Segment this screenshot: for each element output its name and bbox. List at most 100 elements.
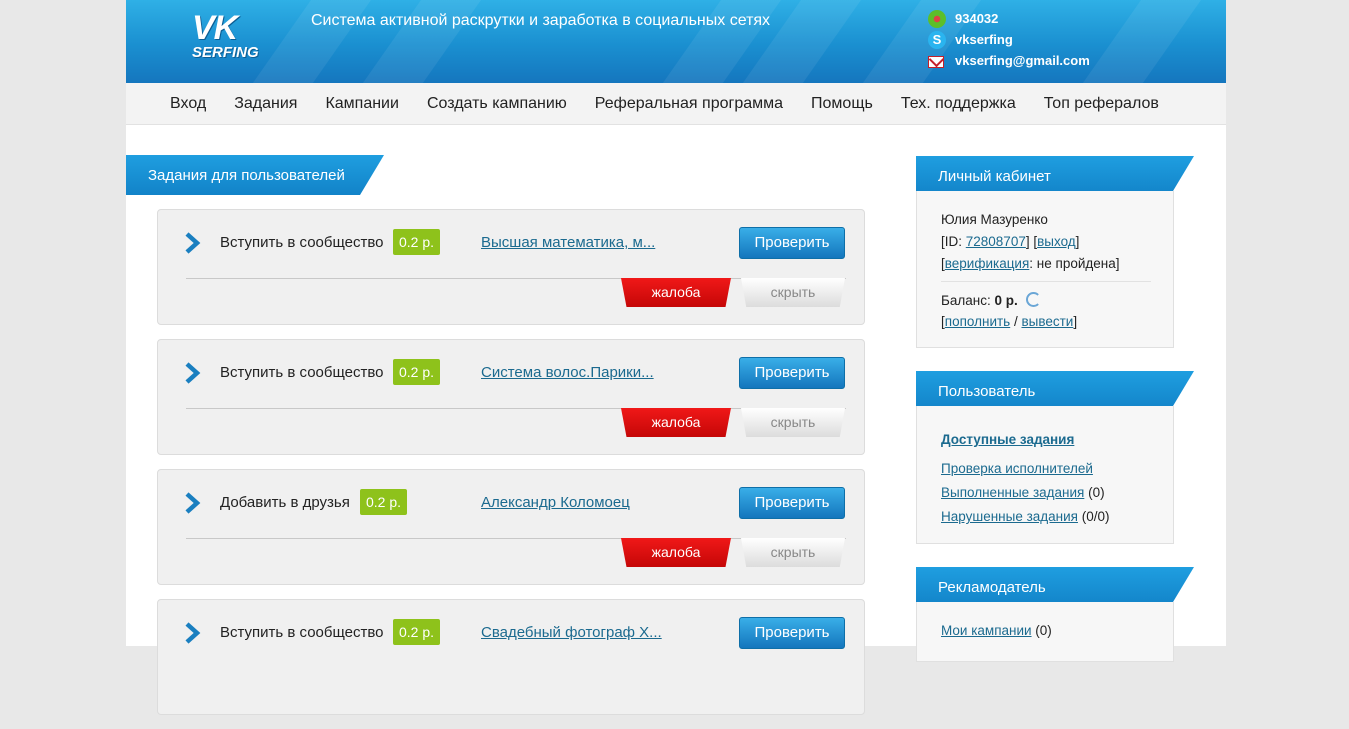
balance-label: Баланс: [941,293,995,308]
chevron-right-icon [185,492,201,514]
bracket-close: ] [1073,314,1078,329]
hide-button[interactable]: скрыть [741,408,845,437]
task-link[interactable]: Свадебный фотограф Х... [481,624,662,641]
my-campaigns-link[interactable]: Мои кампании [941,623,1032,638]
completed-count: (0) [1084,485,1105,500]
nav-support[interactable]: Тех. поддержка [901,95,1016,113]
task-link[interactable]: Высшая математика, м... [481,234,655,251]
task-card: Вступить в сообщество 0.2 р. Высшая мате… [157,209,865,325]
hide-button[interactable]: скрыть [741,278,845,307]
check-button[interactable]: Проверить [739,357,845,389]
user-id-link[interactable]: 72808707 [966,234,1026,249]
chevron-right-icon [185,362,201,384]
bracket-close: ] [1075,234,1080,249]
completed-tasks-line: Выполненные задания (0) [941,485,1105,500]
balance-value: 0 р. [994,293,1018,308]
section-title-text: Задания для пользователей [148,166,345,184]
main-nav: Вход Задания Кампании Создать кампанию Р… [126,83,1226,125]
task-price: 0.2 р. [360,489,408,515]
icq-number: 934032 [955,11,999,26]
available-tasks-line: Доступные задания [941,432,1074,447]
cabinet-title: Личный кабинет [916,156,1194,196]
withdraw-link[interactable]: вывести [1021,314,1073,329]
violated-tasks-line: Нарушенные задания (0/0) [941,509,1109,524]
check-button[interactable]: Проверить [739,227,845,259]
slash: / [1010,314,1022,329]
violated-tasks-link[interactable]: Нарушенные задания [941,509,1078,524]
site-logo[interactable]: VK SERFING [192,9,262,66]
user-panel: Доступные задания Проверка исполнителей … [916,406,1174,544]
mail-icon [928,55,944,68]
nav-tasks[interactable]: Задания [234,95,297,113]
contacts: 934032 S vkserfing vkserfing@gmail.com [928,8,1090,71]
balance-actions: [пополнить / вывести] [941,314,1077,329]
nav-top-referrals[interactable]: Топ рефералов [1044,95,1159,113]
task-card: Вступить в сообщество 0.2 р. Система вол… [157,339,865,455]
check-button[interactable]: Проверить [739,487,845,519]
task-link[interactable]: Система волос.Парики... [481,364,654,381]
violated-count: (0/0) [1077,509,1110,524]
user-section-title-text: Пользователь [938,382,1036,400]
task-name: Вступить в сообщество [220,364,384,381]
nav-campaigns[interactable]: Кампании [325,95,399,113]
user-id-line: [ID: 72808707] [выход] [941,234,1079,249]
section-title: Задания для пользователей [126,155,384,195]
chevron-right-icon [185,232,201,254]
logo-text-bottom: SERFING [192,44,259,61]
verification-link[interactable]: верификация [945,256,1030,271]
nav-login[interactable]: Вход [170,95,206,113]
hide-button[interactable]: скрыть [741,538,845,567]
task-list: Вступить в сообщество 0.2 р. Высшая мате… [157,209,865,729]
complain-button[interactable]: жалоба [621,278,731,307]
email-address: vkserfing@gmail.com [955,53,1090,68]
user-section-title: Пользователь [916,371,1194,411]
divider [941,281,1151,282]
contact-email: vkserfing@gmail.com [928,50,1090,71]
nav-referral-program[interactable]: Реферальная программа [595,95,783,113]
advertiser-panel: Мои кампании (0) [916,602,1174,662]
task-price: 0.2 р. [393,229,441,255]
balance-line: Баланс: 0 р. [941,292,1041,308]
task-name: Вступить в сообщество [220,234,384,251]
contact-skype: S vkserfing [928,29,1090,50]
complain-button[interactable]: жалоба [621,408,731,437]
skype-name: vkserfing [955,32,1013,47]
refresh-icon[interactable] [1025,292,1041,307]
task-card: Добавить в друзья 0.2 р. Александр Колом… [157,469,865,585]
advertiser-section-title: Рекламодатель [916,567,1194,607]
logo-text-top: VK [192,9,238,47]
cabinet-panel: Юлия Мазуренко [ID: 72808707] [выход] [в… [916,191,1174,348]
task-card: Вступить в сообщество 0.2 р. Свадебный ф… [157,599,865,715]
complain-button[interactable]: жалоба [621,538,731,567]
contact-icq: 934032 [928,8,1090,29]
icq-icon [928,9,946,28]
my-campaigns-line: Мои кампании (0) [941,623,1052,638]
nav-create-campaign[interactable]: Создать кампанию [427,95,567,113]
task-link[interactable]: Александр Коломоец [481,494,630,511]
check-performers-line: Проверка исполнителей [941,461,1093,476]
check-button[interactable]: Проверить [739,617,845,649]
topup-link[interactable]: пополнить [945,314,1010,329]
chevron-right-icon [185,622,201,644]
user-name: Юлия Мазуренко [941,212,1048,227]
task-name: Добавить в друзья [220,494,350,511]
available-tasks-link[interactable]: Доступные задания [941,432,1074,447]
id-prefix: [ID: [941,234,966,249]
verification-status: : не пройдена] [1029,256,1120,271]
header: VK SERFING Система активной раскрутки и … [126,0,1226,83]
completed-tasks-link[interactable]: Выполненные задания [941,485,1084,500]
cabinet-title-text: Личный кабинет [938,167,1051,185]
skype-icon: S [928,30,946,49]
verification-line: [верификация: не пройдена] [941,256,1119,271]
advertiser-section-title-text: Рекламодатель [938,578,1046,596]
task-price: 0.2 р. [393,359,441,385]
id-suffix: ] [ [1025,234,1038,249]
site-tagline: Система активной раскрутки и заработка в… [311,12,771,29]
page: VK SERFING Система активной раскрутки и … [126,0,1226,715]
campaigns-count: (0) [1031,623,1052,638]
check-performers-link[interactable]: Проверка исполнителей [941,461,1093,476]
nav-help[interactable]: Помощь [811,95,873,113]
task-name: Вступить в сообщество [220,624,384,641]
task-price: 0.2 р. [393,619,441,645]
logout-link[interactable]: выход [1037,234,1076,249]
